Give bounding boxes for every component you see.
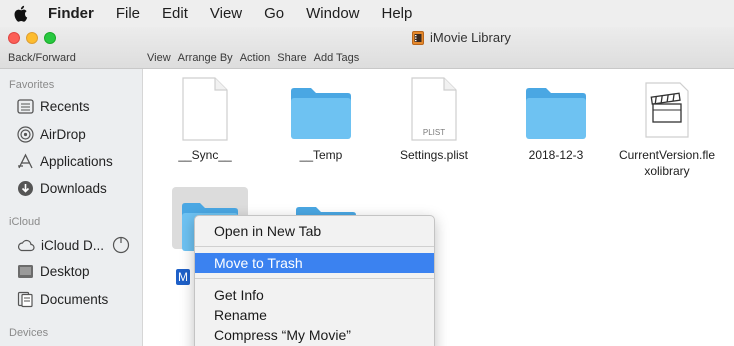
menu-go[interactable]: Go <box>264 5 284 22</box>
sidebar-item-desktop[interactable]: Desktop <box>17 264 90 279</box>
sidebar: Favorites Recents AirDrop Applications D… <box>0 69 143 346</box>
imovie-library-icon <box>412 30 424 45</box>
airdrop-icon <box>17 126 34 143</box>
file-name: Settings.plist <box>399 148 469 162</box>
cloud-icon <box>17 239 35 252</box>
sidebar-item-icloud-drive[interactable]: iCloud D... <box>17 236 130 254</box>
file-name: __Sync__ <box>178 148 232 162</box>
plist-document-icon: PLIST <box>411 77 457 141</box>
context-menu-get-info[interactable]: Get Info <box>195 285 434 305</box>
add-tags-button[interactable]: Add Tags <box>314 52 360 64</box>
window-controls <box>8 32 56 44</box>
menu-separator <box>195 246 434 247</box>
document-icon <box>182 77 228 141</box>
file-item-temp[interactable]: __Temp <box>266 85 376 163</box>
menu-separator <box>195 278 434 279</box>
folder-icon <box>291 88 351 139</box>
menu-window[interactable]: Window <box>306 5 359 22</box>
context-menu-move-to-trash[interactable]: Move to Trash <box>195 253 434 273</box>
sidebar-heading-favorites: Favorites <box>9 79 55 91</box>
menu-bar: Finder File Edit View Go Window Help <box>0 0 734 27</box>
sidebar-item-label: iCloud D... <box>41 237 105 253</box>
context-menu: Open in New Tab Move to Trash Get Info R… <box>194 215 435 346</box>
apple-logo-icon[interactable] <box>14 5 30 22</box>
file-item-currentversion[interactable]: CurrentVersion.fle xolibrary <box>612 79 722 179</box>
clapperboard-library-icon <box>645 82 689 138</box>
sync-progress-icon <box>112 236 130 254</box>
menu-view[interactable]: View <box>210 5 242 22</box>
file-name: CurrentVersion.fle xolibrary <box>618 148 716 178</box>
context-menu-open-in-new-tab[interactable]: Open in New Tab <box>195 221 434 241</box>
zoom-window-button[interactable] <box>44 32 56 44</box>
arrange-by-button[interactable]: Arrange By <box>178 52 233 64</box>
close-window-button[interactable] <box>8 32 20 44</box>
sidebar-item-airdrop[interactable]: AirDrop <box>17 126 86 143</box>
window-toolbar: iMovie Library Back/Forward View Arrange… <box>0 27 734 69</box>
sidebar-item-label: Recents <box>40 99 90 114</box>
folder-icon <box>526 88 586 139</box>
sidebar-item-documents[interactable]: Documents <box>17 291 108 308</box>
desktop-icon <box>18 265 33 278</box>
plist-badge: PLIST <box>423 128 445 137</box>
sidebar-item-downloads[interactable]: Downloads <box>17 180 107 197</box>
downloads-icon <box>18 181 33 196</box>
file-name: 2018-12-3 <box>528 148 584 162</box>
menu-edit[interactable]: Edit <box>162 5 188 22</box>
file-item-settings-plist[interactable]: PLIST Settings.plist <box>379 77 489 163</box>
view-button[interactable]: View <box>147 52 171 64</box>
sidebar-item-label: Desktop <box>40 264 90 279</box>
back-forward-button[interactable]: Back/Forward <box>8 52 76 64</box>
minimize-window-button[interactable] <box>26 32 38 44</box>
sidebar-heading-icloud: iCloud <box>9 216 41 228</box>
sidebar-item-label: Downloads <box>40 181 107 196</box>
sidebar-item-applications[interactable]: Applications <box>17 153 113 170</box>
file-item-2018-12-3[interactable]: 2018-12-3 <box>501 85 611 163</box>
applications-icon <box>18 153 33 169</box>
menu-file[interactable]: File <box>116 5 140 22</box>
action-button[interactable]: Action <box>240 52 271 64</box>
selected-item-name: M <box>176 269 190 285</box>
toolbar-actions: View Arrange By Action Share Add Tags <box>147 52 359 64</box>
share-button[interactable]: Share <box>277 52 306 64</box>
file-item-sync[interactable]: __Sync__ <box>150 77 260 163</box>
documents-icon <box>17 291 33 308</box>
context-menu-compress[interactable]: Compress “My Movie” <box>195 325 434 345</box>
menu-finder[interactable]: Finder <box>48 5 94 22</box>
recents-icon <box>17 99 34 114</box>
sidebar-item-recents[interactable]: Recents <box>17 99 90 114</box>
window-title: iMovie Library <box>412 30 511 45</box>
menu-help[interactable]: Help <box>382 5 413 22</box>
sidebar-item-label: Documents <box>40 292 109 307</box>
sidebar-item-label: Applications <box>40 154 113 169</box>
window-title-text: iMovie Library <box>430 30 511 45</box>
context-menu-rename[interactable]: Rename <box>195 305 434 325</box>
sidebar-item-label: AirDrop <box>40 127 86 142</box>
file-name: __Temp <box>299 148 343 162</box>
sidebar-heading-devices: Devices <box>9 327 49 339</box>
